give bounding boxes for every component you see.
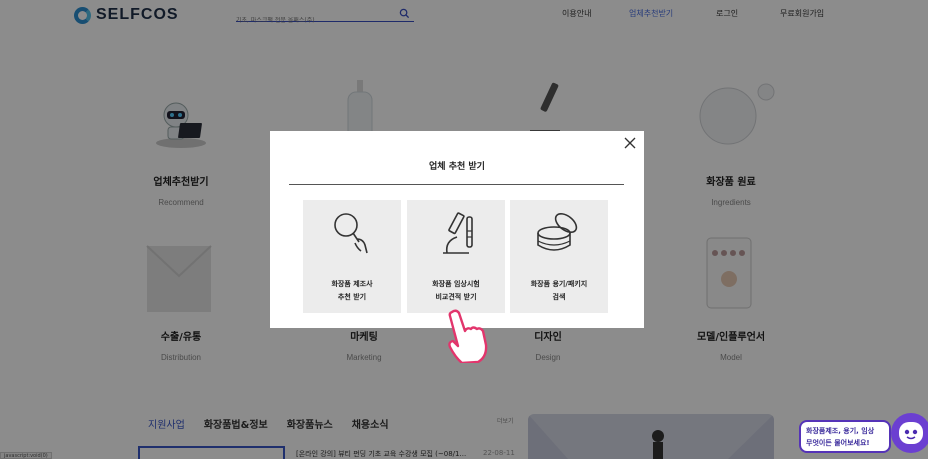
option-label: 화장품 제조사 추천 받기: [331, 280, 373, 301]
magnifier-hand-icon: [334, 213, 368, 254]
option-package-search[interactable]: 화장품 용기/패키지 검색: [510, 200, 608, 313]
chat-bubble[interactable]: 화장품제조, 용기, 임상 무엇이든 물어보세요!: [799, 420, 891, 453]
option-label: 화장품 임상시험 비교견적 받기: [432, 280, 480, 301]
option-clinical-test[interactable]: 화장품 임상시험 비교견적 받기: [407, 200, 505, 313]
chat-line-1: 화장품제조, 용기, 임상: [806, 427, 875, 435]
chat-line-2: 무엇이든 물어보세요!: [806, 439, 870, 447]
modal-title: 업체 추천 받기: [429, 162, 485, 172]
chatbot-face-icon: [899, 422, 923, 444]
option-manufacturer[interactable]: 화장품 제조사 추천 받기: [303, 200, 401, 313]
chat-avatar-button[interactable]: [891, 413, 928, 453]
pointing-hand-icon: [448, 309, 488, 363]
cosmetic-jar-icon: [537, 212, 578, 251]
close-icon[interactable]: [623, 136, 637, 150]
option-label: 화장품 용기/패키지 검색: [530, 280, 588, 301]
microscope-icon: [443, 212, 473, 254]
modal-divider: [289, 184, 624, 185]
recommend-modal: 업체 추천 받기 화장품 제조사 추천 받기 화장품 임상시험 비교견적 받기: [270, 131, 644, 328]
